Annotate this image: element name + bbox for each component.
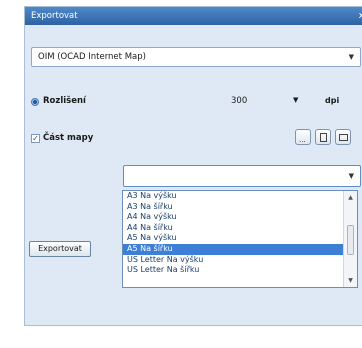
map-part-checkbox[interactable]: ✓ bbox=[31, 134, 40, 143]
scroll-down-icon[interactable]: ▼ bbox=[344, 277, 357, 284]
ellipsis-button[interactable]: ... bbox=[295, 129, 311, 145]
scroll-thumb[interactable] bbox=[347, 225, 354, 255]
ellipsis-icon: ... bbox=[299, 136, 306, 144]
frame-icon bbox=[339, 134, 348, 141]
page-icon bbox=[320, 133, 327, 142]
format-select-value: OIM (OCAD Internet Map) bbox=[38, 52, 146, 62]
map-part-label: Část mapy bbox=[43, 133, 94, 143]
frame-button[interactable] bbox=[335, 129, 351, 145]
resolution-radio[interactable] bbox=[31, 98, 39, 106]
page-button[interactable] bbox=[315, 129, 331, 145]
window-title: Exportovat bbox=[31, 11, 78, 21]
list-item[interactable]: A5 Na výšku bbox=[123, 233, 357, 244]
export-panel: Exportovat x OIM (OCAD Internet Map) ▼ R… bbox=[24, 6, 362, 326]
list-item[interactable]: US Letter Na výšku bbox=[123, 255, 357, 266]
list-item[interactable]: US Letter Na šířku bbox=[123, 265, 357, 276]
list-item[interactable]: A4 Na výšku bbox=[123, 212, 357, 223]
resolution-label: Rozlišení bbox=[43, 96, 86, 106]
resolution-dropdown-icon[interactable]: ▼ bbox=[293, 96, 298, 104]
chevron-down-icon: ▼ bbox=[348, 53, 354, 61]
page-size-list: A3 Na výšku A3 Na šířku A4 Na výšku A4 N… bbox=[122, 190, 358, 288]
export-button[interactable]: Exportovat bbox=[29, 241, 91, 257]
scroll-up-icon[interactable]: ▲ bbox=[344, 194, 357, 201]
list-item[interactable]: A5 Na šířku bbox=[123, 243, 357, 255]
list-item[interactable]: A3 Na výšku bbox=[123, 191, 357, 202]
scrollbar[interactable]: ▲ ▼ bbox=[343, 191, 357, 287]
page-size-select[interactable]: ▼ bbox=[123, 165, 361, 187]
list-item[interactable]: A3 Na šířku bbox=[123, 202, 357, 213]
resolution-unit: dpi bbox=[325, 96, 340, 105]
resolution-value[interactable]: 300 bbox=[231, 96, 247, 106]
list-item[interactable]: A4 Na šířku bbox=[123, 223, 357, 234]
format-select[interactable]: OIM (OCAD Internet Map) ▼ bbox=[31, 47, 361, 67]
chevron-down-icon: ▼ bbox=[348, 172, 354, 180]
title-bar: Exportovat x bbox=[25, 7, 362, 25]
